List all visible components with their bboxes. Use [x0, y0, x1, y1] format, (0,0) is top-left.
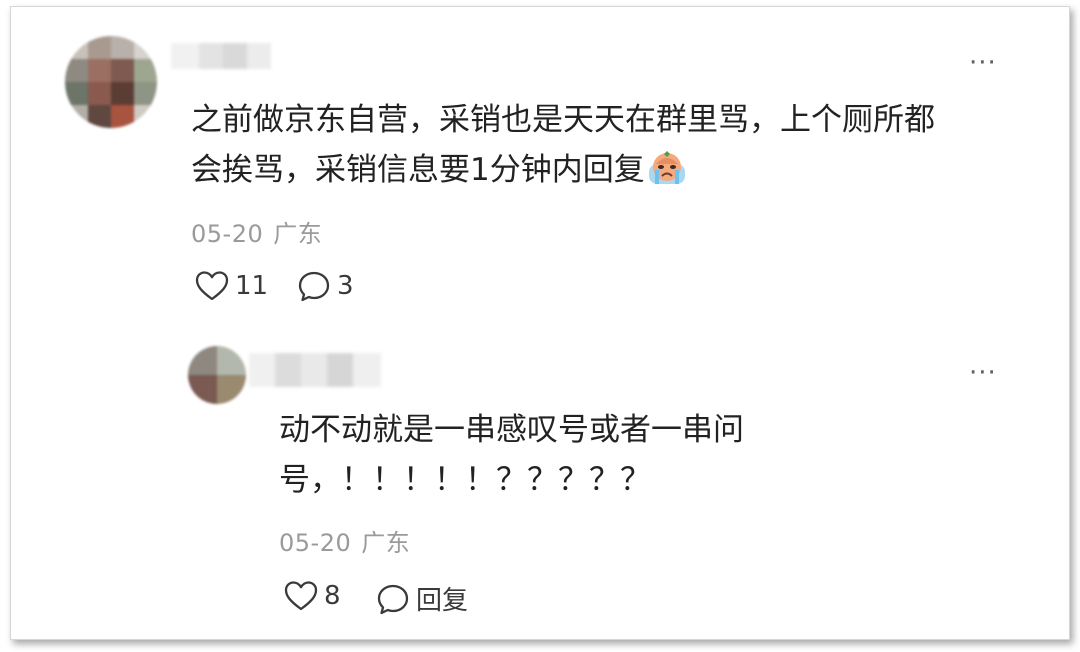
comment-text-line-content: 会挨骂，采销信息要1分钟内回复	[191, 152, 645, 188]
comment-bubble-icon	[297, 270, 331, 302]
comment-thread-card: ··· 之前做京东自营，采销也是天天在群里骂，上个厕所都 会挨骂，采销信息要1分…	[10, 6, 1070, 640]
comment-text: 之前做京东自营，采销也是天天在群里骂，上个厕所都 会挨骂，采销信息要1分钟内回复	[191, 95, 935, 201]
like-button[interactable]: 11	[195, 270, 268, 302]
reply-like-count: 8	[324, 581, 341, 611]
more-options-icon[interactable]: ···	[969, 50, 997, 76]
reply-text-line: 动不动就是一串感叹号或者一串问	[279, 412, 744, 448]
comment-text-line: 之前做京东自营，采销也是天天在群里骂，上个厕所都	[191, 102, 935, 138]
heart-icon	[195, 270, 229, 302]
crying-face-emoji-icon	[647, 150, 687, 201]
reply-avatar[interactable]	[188, 346, 246, 404]
reply-more-options-icon[interactable]: ···	[969, 360, 997, 386]
username-blurred[interactable]	[171, 43, 271, 69]
like-count: 11	[235, 271, 269, 301]
reply-count: 3	[337, 271, 354, 301]
reply-text-line-2: 号，！！！！！？？？？？	[279, 462, 651, 498]
avatar[interactable]	[65, 36, 157, 128]
reply-count-button[interactable]: 3	[297, 270, 354, 302]
reply-like-button[interactable]: 8	[284, 580, 341, 612]
heart-icon	[284, 580, 318, 612]
reply-date: 05-20	[279, 529, 352, 557]
reply-button-label: 回复	[416, 586, 469, 616]
comment-date: 05-20	[191, 220, 264, 248]
reply-button[interactable]: 回复	[376, 580, 468, 617]
reply-text: 动不动就是一串感叹号或者一串问 号，！！！！！？？？？？	[279, 405, 744, 505]
comment-bubble-icon	[376, 583, 410, 615]
comment-location: 广东	[273, 220, 323, 248]
reply-meta: 05-20 广东	[279, 523, 410, 558]
reply-username-blurred[interactable]	[249, 353, 381, 387]
comment-meta: 05-20 广东	[191, 214, 322, 249]
comment-text-line-2: 会挨骂，采销信息要1分钟内回复	[191, 145, 935, 201]
reply-location: 广东	[361, 529, 411, 557]
